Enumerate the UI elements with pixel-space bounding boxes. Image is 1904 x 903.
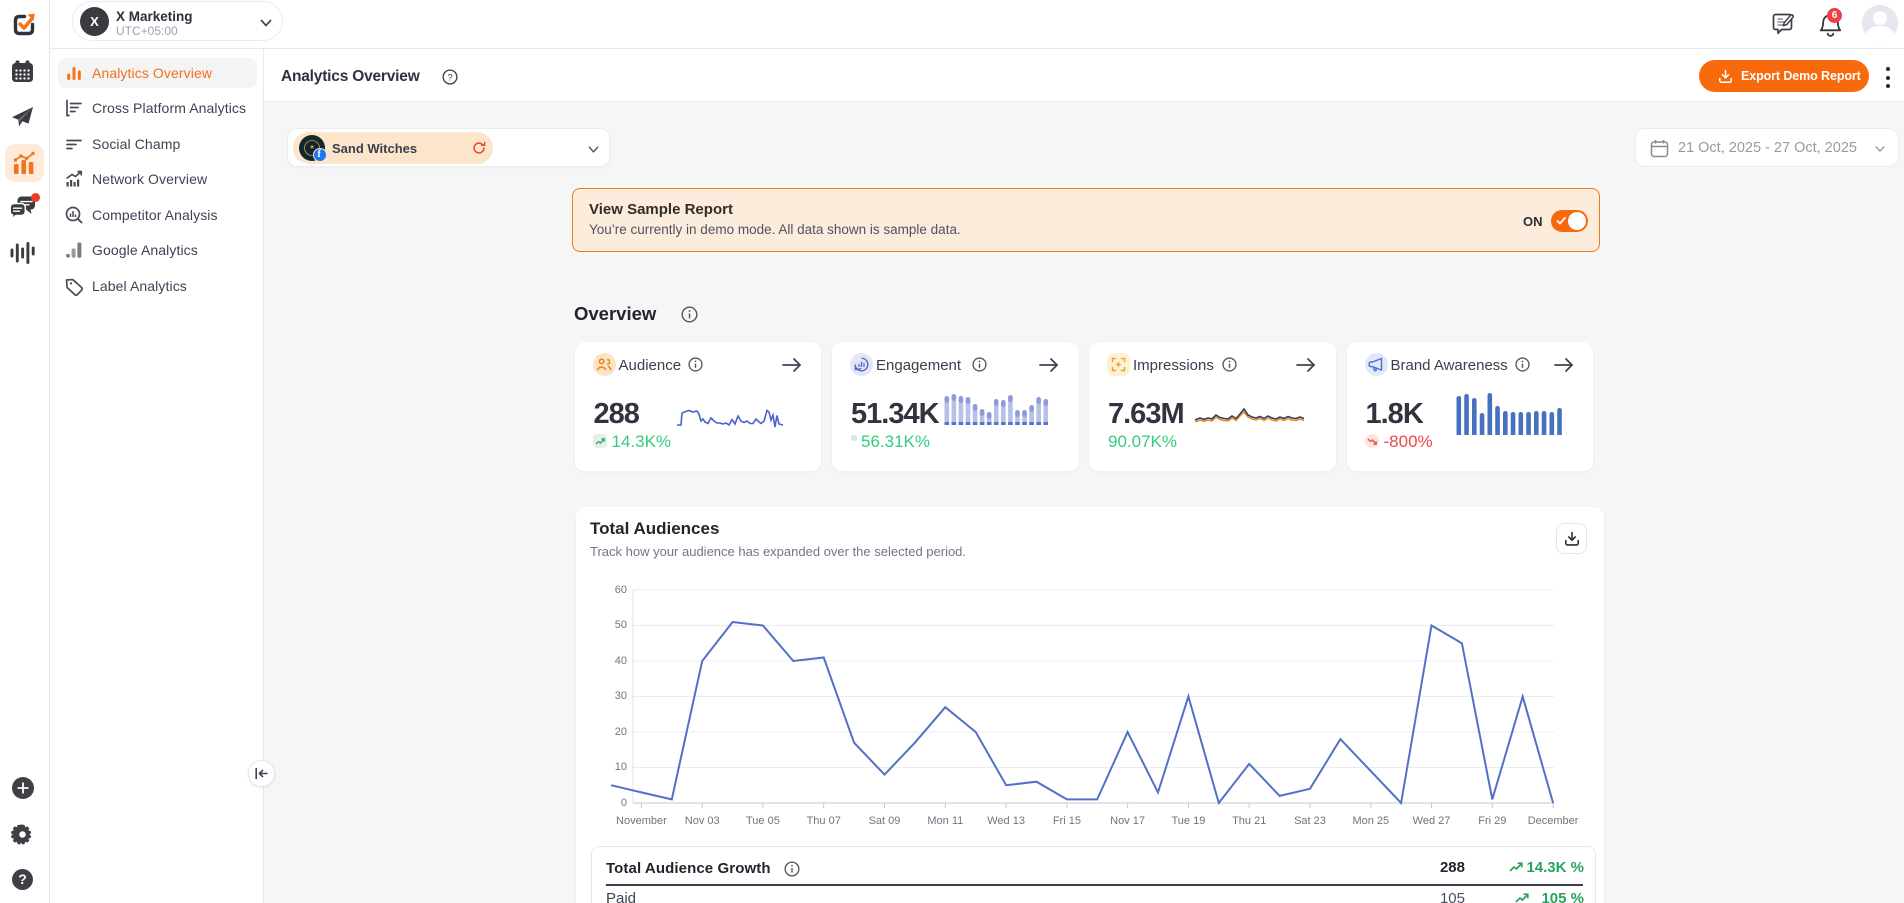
svg-text:?: ? [447, 71, 452, 82]
